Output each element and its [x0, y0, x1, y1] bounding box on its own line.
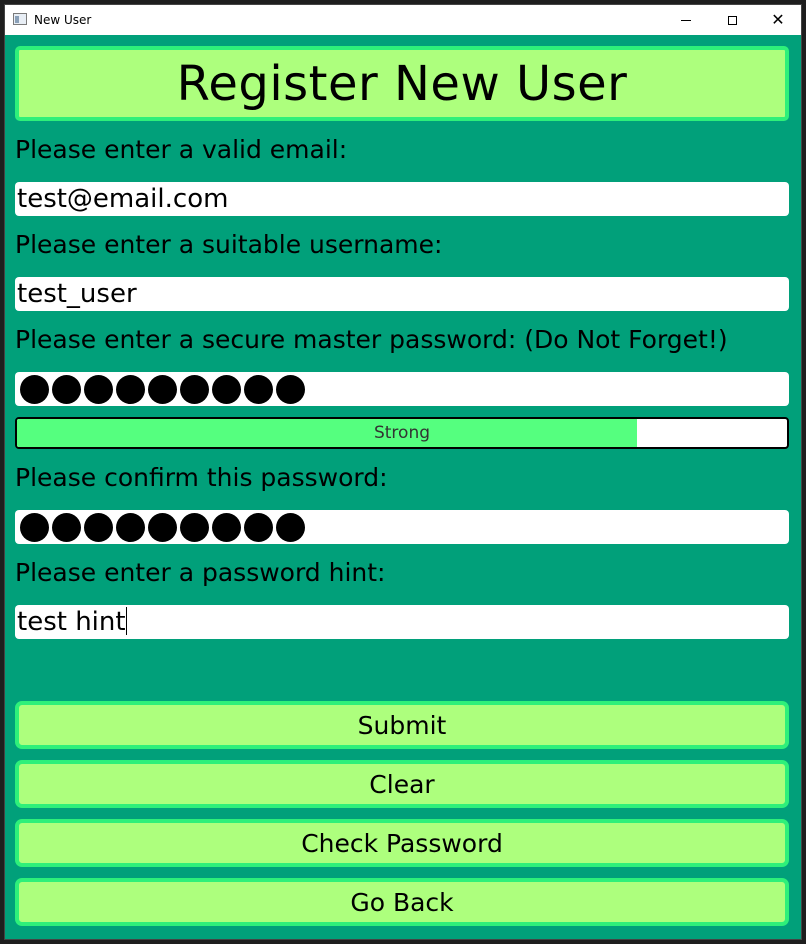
close-icon: ✕	[771, 10, 785, 29]
confirm-password-label: Please confirm this password:	[15, 463, 388, 492]
email-label: Please enter a valid email:	[15, 135, 348, 164]
text-cursor	[125, 607, 127, 635]
strength-label: Strong	[373, 423, 431, 443]
password-mask-dot	[52, 512, 81, 542]
password-mask-dot	[180, 374, 209, 404]
password-field[interactable]	[15, 372, 789, 406]
check-password-button[interactable]: Check Password	[15, 819, 789, 867]
submit-button[interactable]: Submit	[15, 701, 789, 749]
username-field[interactable]: test_user	[15, 277, 789, 311]
maximize-button[interactable]	[709, 5, 755, 35]
maximize-icon	[727, 15, 737, 25]
clear-button[interactable]: Clear	[15, 760, 789, 808]
password-mask-dot	[20, 374, 49, 404]
app-window: New User ✕ Register New User Please ente…	[4, 4, 802, 940]
confirm-password-mask	[17, 510, 789, 544]
minimize-button[interactable]	[663, 5, 709, 35]
password-mask-dot	[212, 374, 241, 404]
email-field[interactable]: test@email.com	[15, 182, 789, 216]
password-mask-dot	[84, 512, 113, 542]
password-mask-dot	[276, 374, 305, 404]
password-mask-dot	[276, 512, 305, 542]
hint-label: Please enter a password hint:	[15, 558, 386, 587]
password-mask-dot	[244, 512, 273, 542]
password-mask-dot	[116, 512, 145, 542]
window-title: New User	[34, 13, 92, 27]
password-label: Please enter a secure master password: (…	[15, 325, 728, 354]
app-window-icon	[13, 13, 27, 25]
page-title: Register New User	[176, 55, 628, 112]
confirm-password-field[interactable]	[15, 510, 789, 544]
password-mask-dot	[116, 374, 145, 404]
hint-field[interactable]: test hint	[15, 605, 789, 639]
minimize-icon	[681, 19, 691, 21]
close-button[interactable]: ✕	[755, 5, 801, 35]
go-back-button[interactable]: Go Back	[15, 878, 789, 926]
hint-value: test hint	[17, 607, 126, 637]
password-mask-dot	[52, 374, 81, 404]
username-label: Please enter a suitable username:	[15, 230, 443, 259]
password-mask	[17, 372, 789, 406]
form-container: Register New User Please enter a valid e…	[5, 35, 801, 939]
page-header: Register New User	[15, 46, 789, 121]
password-mask-dot	[148, 512, 177, 542]
password-mask-dot	[84, 374, 113, 404]
password-mask-dot	[148, 374, 177, 404]
password-strength-bar: Strong	[15, 417, 789, 449]
title-bar[interactable]: New User ✕	[5, 5, 801, 35]
password-mask-dot	[20, 512, 49, 542]
password-mask-dot	[180, 512, 209, 542]
password-mask-dot	[244, 374, 273, 404]
password-mask-dot	[212, 512, 241, 542]
